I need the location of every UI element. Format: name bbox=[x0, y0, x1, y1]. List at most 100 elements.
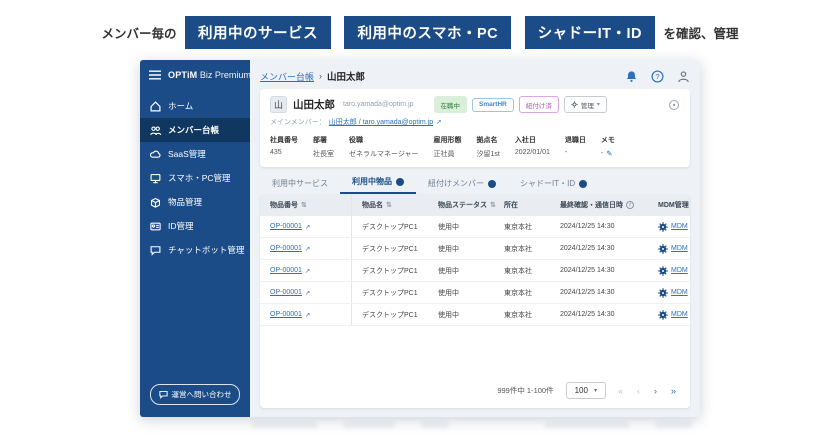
sidebar-item-devices[interactable]: スマホ・PC管理 bbox=[140, 166, 250, 190]
table-row[interactable]: OP-00001↗ デスクトップPC1 使用中 東京本社 2024/12/25 … bbox=[260, 238, 690, 260]
contact-support-button[interactable]: 運営へ問い合わせ bbox=[150, 384, 240, 405]
window-reflection bbox=[252, 421, 692, 433]
sidebar-item-id[interactable]: ID管理 bbox=[140, 214, 250, 238]
external-link-icon: ↗ bbox=[305, 223, 310, 231]
column-header-item-no[interactable]: 物品番号⇅ bbox=[260, 194, 352, 216]
item-no-link[interactable]: OP-00001 bbox=[270, 245, 302, 252]
chat-bubble-icon bbox=[150, 245, 161, 256]
field-hire-date: 入社日2022/01/01 bbox=[515, 135, 550, 159]
manage-dropdown-button[interactable]: 管理 ▾ bbox=[564, 96, 607, 113]
column-header-mdm: MDM管理 bbox=[648, 194, 690, 216]
hamburger-menu-icon[interactable] bbox=[149, 70, 161, 80]
home-icon bbox=[150, 101, 161, 112]
info-icon[interactable]: i bbox=[626, 201, 634, 209]
field-leave-date: 退職日- bbox=[565, 135, 586, 159]
column-header-location: 所在 bbox=[494, 194, 550, 216]
main-member-link[interactable]: 山田太郎 / taro.yamada@optim.jp bbox=[329, 117, 433, 127]
table-row[interactable]: OP-00001↗ デスクトップPC1 使用中 東京本社 2024/12/25 … bbox=[260, 216, 690, 238]
chevron-down-icon: ▾ bbox=[597, 101, 600, 108]
mdm-link[interactable]: MDM bbox=[671, 311, 688, 318]
account-icon[interactable] bbox=[677, 70, 690, 83]
column-header-item-name[interactable]: 物品名⇅ bbox=[352, 194, 428, 216]
sort-icon[interactable]: ⇅ bbox=[386, 201, 392, 209]
sidebar-item-assets[interactable]: 物品管理 bbox=[140, 190, 250, 214]
main-member-row: メインメンバー： 山田太郎 / taro.yamada@optim.jp ↗ bbox=[270, 117, 680, 127]
external-link-icon: ↗ bbox=[305, 311, 310, 319]
mdm-gear-icon bbox=[658, 222, 668, 232]
tab-count-badge bbox=[488, 180, 496, 188]
box-icon bbox=[150, 197, 161, 208]
item-no-link[interactable]: OP-00001 bbox=[270, 311, 302, 318]
help-icon[interactable]: ? bbox=[651, 70, 664, 83]
mdm-link[interactable]: MDM bbox=[671, 289, 688, 296]
tab-count-badge bbox=[396, 178, 404, 186]
column-header-last-sync: 最終確認・通信日時i bbox=[550, 194, 648, 216]
sidebar-item-home[interactable]: ホーム bbox=[140, 94, 250, 118]
tab-linked-members[interactable]: 紐付けメンバー bbox=[416, 174, 508, 194]
member-email: taro.yamada@optim.jp bbox=[343, 101, 414, 108]
status-badge-linked: 紐付け済 bbox=[519, 96, 559, 113]
table-row[interactable]: OP-00001↗ デスクトップPC1 使用中 東京本社 2024/12/25 … bbox=[260, 304, 690, 326]
pagination: 999件中 1-100件 100 ▾ « ‹ › » bbox=[260, 374, 690, 408]
member-fields: 社員番号435 部署社長室 役職ゼネラルマネージャー 雇用形態正社員 拠点名汐留… bbox=[270, 135, 680, 159]
member-card: 山 山田太郎 taro.yamada@optim.jp 在職中 SmartHR … bbox=[260, 89, 690, 167]
tab-shadow-it[interactable]: シャドーIT・ID bbox=[508, 174, 599, 194]
field-employment-type: 雇用形態正社員 bbox=[434, 135, 462, 159]
first-page-button[interactable]: « bbox=[618, 386, 623, 396]
tab-services[interactable]: 利用中サービス bbox=[260, 174, 340, 194]
table-row[interactable]: OP-00001↗ デスクトップPC1 使用中 東京本社 2024/12/25 … bbox=[260, 282, 690, 304]
banner-prefix: メンバー毎の bbox=[101, 27, 176, 41]
page-size-select[interactable]: 100 ▾ bbox=[566, 382, 606, 399]
tab-items-in-use[interactable]: 利用中物品 bbox=[340, 172, 416, 194]
external-link-icon: ↗ bbox=[305, 267, 310, 275]
mdm-link[interactable]: MDM bbox=[671, 245, 688, 252]
edit-memo-icon[interactable]: ✎ bbox=[606, 149, 612, 158]
external-link-icon: ↗ bbox=[305, 245, 310, 253]
mdm-gear-icon bbox=[658, 288, 668, 298]
next-page-button[interactable]: › bbox=[654, 386, 657, 396]
items-table-panel: 物品番号⇅ 物品名⇅ 物品ステータス⇅ 所在 最終確認・通信日時i MDM管理 … bbox=[260, 194, 690, 408]
field-memo: メモ -✎ bbox=[601, 135, 615, 159]
sidebar: OPTiM Biz Premium ホーム メンバー台帳 SaaS管理 スマホ・… bbox=[140, 60, 250, 417]
main-content: メンバー台帳 › 山田太郎 ? 山 山田太郎 taro.yamada@optim… bbox=[250, 60, 700, 417]
topbar: メンバー台帳 › 山田太郎 ? bbox=[260, 67, 690, 85]
item-no-link[interactable]: OP-00001 bbox=[270, 223, 302, 230]
field-title: 役職ゼネラルマネージャー bbox=[349, 135, 419, 159]
external-link-icon: ↗ bbox=[305, 289, 310, 297]
breadcrumb-parent-link[interactable]: メンバー台帳 bbox=[260, 70, 314, 83]
sidebar-item-chatbot[interactable]: チャットボット管理 bbox=[140, 238, 250, 262]
tab-bar: 利用中サービス 利用中物品 紐付けメンバー シャドーIT・ID bbox=[260, 174, 690, 194]
members-icon bbox=[150, 125, 161, 136]
banner-chip-devices: 利用中のスマホ・PC bbox=[344, 16, 511, 49]
breadcrumb-separator: › bbox=[319, 71, 322, 81]
target-icon[interactable] bbox=[668, 98, 680, 110]
app-window: OPTiM Biz Premium ホーム メンバー台帳 SaaS管理 スマホ・… bbox=[140, 60, 700, 417]
status-badge-smarthr: SmartHR bbox=[472, 98, 514, 112]
last-page-button[interactable]: » bbox=[671, 386, 676, 396]
table-row[interactable]: OP-00001↗ デスクトップPC1 使用中 東京本社 2024/12/25 … bbox=[260, 260, 690, 282]
contact-chat-icon bbox=[159, 390, 168, 399]
mdm-gear-icon bbox=[658, 310, 668, 320]
prev-page-button[interactable]: ‹ bbox=[637, 386, 640, 396]
banner-chip-services: 利用中のサービス bbox=[185, 16, 331, 49]
notification-icon[interactable] bbox=[625, 70, 638, 83]
sidebar-item-saas[interactable]: SaaS管理 bbox=[140, 142, 250, 166]
sort-icon[interactable]: ⇅ bbox=[301, 201, 307, 209]
item-no-link[interactable]: OP-00001 bbox=[270, 267, 302, 274]
monitor-icon bbox=[150, 173, 161, 184]
gear-icon bbox=[571, 101, 578, 108]
main-member-label: メインメンバー： bbox=[270, 117, 326, 127]
mdm-gear-icon bbox=[658, 266, 668, 276]
status-badge-employed: 在職中 bbox=[434, 96, 468, 113]
column-header-status[interactable]: 物品ステータス⇅ bbox=[428, 194, 494, 216]
field-employee-no: 社員番号435 bbox=[270, 135, 298, 159]
item-no-link[interactable]: OP-00001 bbox=[270, 289, 302, 296]
pagination-summary: 999件中 1-100件 bbox=[497, 385, 553, 396]
field-location: 拠点名汐留1st bbox=[477, 135, 500, 159]
mdm-link[interactable]: MDM bbox=[671, 267, 688, 274]
mdm-link[interactable]: MDM bbox=[671, 223, 688, 230]
sidebar-item-member-ledger[interactable]: メンバー台帳 bbox=[140, 118, 250, 142]
member-name: 山田太郎 bbox=[293, 97, 335, 112]
chevron-down-icon: ▾ bbox=[594, 387, 597, 394]
external-link-icon: ↗ bbox=[436, 118, 441, 126]
